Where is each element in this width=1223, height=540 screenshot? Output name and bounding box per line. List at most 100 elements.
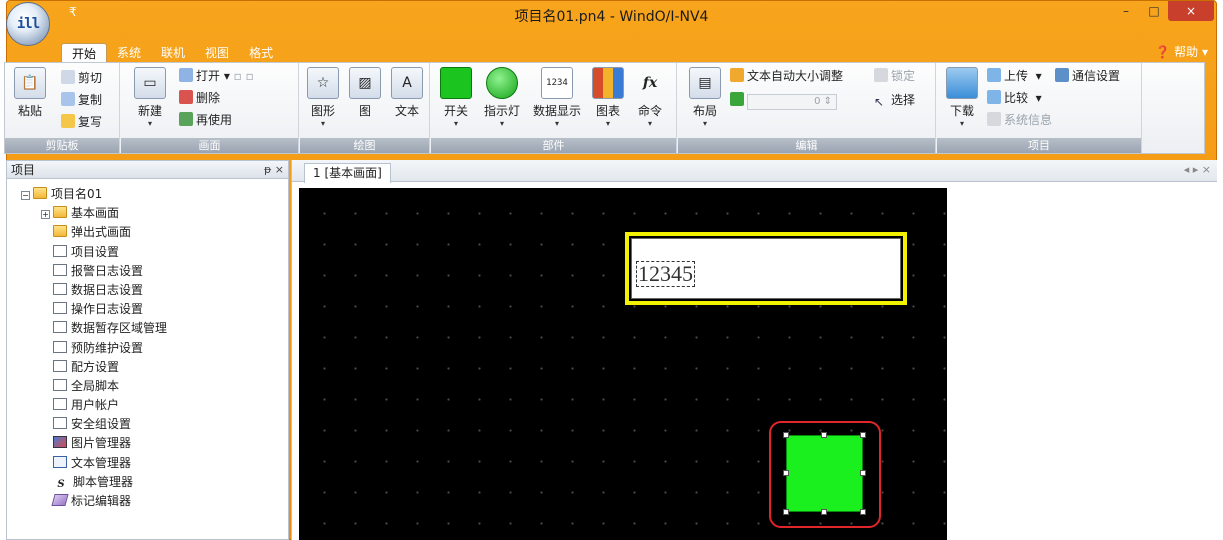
reuse-icon [179, 112, 193, 126]
tree-item[interactable]: 数据日志设置 [21, 281, 288, 300]
resize-handle[interactable] [821, 509, 827, 515]
resize-handle[interactable] [860, 432, 866, 438]
close-button[interactable]: × [1168, 1, 1214, 21]
tree-item[interactable]: 配方设置 [21, 358, 288, 377]
tab-home[interactable]: 开始 [61, 43, 108, 63]
project-pane-title: 项目 [11, 163, 36, 177]
delete-label: 删除 [196, 91, 221, 105]
select-button[interactable]: ↖ 选择 [874, 91, 915, 109]
expand-icon[interactable]: + [41, 210, 50, 220]
chart-part-button[interactable]: 图表 ▾ [587, 67, 629, 128]
tree-item[interactable]: 预防维护设置 [21, 339, 288, 358]
tab-strip-controls[interactable]: ◂ ▸ × [1184, 163, 1211, 176]
screen-canvas[interactable]: 12345 [299, 188, 947, 540]
switch-part-button[interactable]: 开关 ▾ [435, 67, 477, 128]
upload-button[interactable]: 上传 ▾ [987, 67, 1042, 85]
tree-item[interactable]: 弹出式画面 [21, 223, 288, 242]
lock-button[interactable]: 锁定 [874, 67, 915, 85]
tree-item[interactable]: 图片管理器 [21, 434, 288, 453]
tree-item-label: 弹出式画面 [71, 225, 132, 240]
compare-button[interactable]: 比较 ▾ [987, 89, 1042, 107]
resize-handle[interactable] [860, 470, 866, 476]
shape-label: 图形 [310, 104, 335, 118]
text-button[interactable]: A 文本 [386, 67, 428, 119]
command-part-button[interactable]: fx 命令 ▾ [629, 67, 671, 128]
document-icon [53, 282, 67, 295]
maximize-button[interactable]: □ [1140, 1, 1168, 21]
indicator-label: 指示灯 [483, 104, 520, 118]
resize-handle[interactable] [821, 432, 827, 438]
indicator-part-button[interactable]: 指示灯 ▾ [481, 67, 523, 128]
minimize-button[interactable]: – [1112, 1, 1140, 21]
format-copy-button[interactable]: 复写 [61, 113, 102, 131]
picture-manager-icon [53, 436, 67, 449]
copy-button[interactable]: 复制 [61, 91, 102, 109]
select-label: 选择 [891, 93, 916, 107]
script-manager-icon: S [53, 478, 69, 491]
system-info-button[interactable]: 系统信息 [987, 111, 1052, 129]
tree-item[interactable]: 标记编辑器 [21, 492, 288, 511]
group-label-draw: 绘图 [300, 138, 429, 153]
tree-item[interactable]: 文本管理器 [21, 454, 288, 473]
tree-item[interactable]: 全局脚本 [21, 377, 288, 396]
scissors-icon [61, 70, 75, 84]
resize-handle[interactable] [860, 509, 866, 515]
chart-label: 图表 [595, 104, 620, 118]
cursor-icon: ↖ [874, 95, 885, 109]
shape-button[interactable]: ☆ 图形 ▾ [302, 67, 344, 128]
font-size-box[interactable]: 0 ⇕ [730, 91, 837, 110]
tab-base-screen[interactable]: 1 [基本画面] [304, 163, 391, 183]
delete-button[interactable]: 删除 [179, 89, 220, 107]
tree-item[interactable]: 项目设置 [21, 243, 288, 262]
tree-item[interactable]: 报警日志设置 [21, 262, 288, 281]
resize-handle[interactable] [783, 470, 789, 476]
format-painter-icon [61, 114, 75, 128]
text-label: 文本 [394, 104, 419, 118]
tree-item[interactable]: S 脚本管理器 [21, 473, 288, 492]
auto-size-button[interactable]: 文本自动大小调整 [730, 67, 843, 85]
comm-settings-button[interactable]: 通信设置 [1055, 67, 1120, 85]
image-button[interactable]: ▨ 图 [344, 67, 386, 119]
help-button[interactable]: ❓ 帮助 ▾ [1155, 43, 1208, 60]
project-pane-header: 项目 ᵽ × [7, 161, 288, 179]
reuse-button[interactable]: 再使用 [179, 111, 232, 129]
numeric-display-part[interactable]: 12345 [625, 232, 907, 305]
folder-icon [33, 187, 47, 199]
numeric-display-button[interactable]: 1234 数据显示 ▾ [531, 67, 583, 128]
tree-item[interactable]: 操作日志设置 [21, 300, 288, 319]
tree-root[interactable]: − 项目名01 [21, 185, 288, 204]
lock-icon [874, 68, 888, 82]
command-label: 命令 [637, 104, 662, 118]
tab-format[interactable]: 格式 [239, 43, 283, 63]
font-size-icon [730, 92, 744, 106]
tab-system[interactable]: 系统 [107, 43, 151, 63]
tab-view[interactable]: 视图 [195, 43, 239, 63]
tree-item[interactable]: + 基本画面 [21, 204, 288, 223]
open-button[interactable]: 打开 ▾ ▫ ▫ [179, 67, 254, 85]
project-pane: 项目 ᵽ × − 项目名01 + 基本画面 弹出式画面 项目设置 报警日志设置 数据… [6, 160, 289, 540]
tree-item[interactable]: 安全组设置 [21, 415, 288, 434]
application-menu-button[interactable]: ill [6, 2, 50, 46]
download-button[interactable]: 下载 ▾ [941, 67, 983, 128]
pane-pin-close-controls[interactable]: ᵽ × [264, 161, 284, 179]
resize-handle[interactable] [783, 509, 789, 515]
shape-icon: ☆ [307, 67, 339, 99]
resize-handle[interactable] [783, 432, 789, 438]
tree-item-label: 预防维护设置 [71, 340, 144, 355]
tree-item[interactable]: 用户帐户 [21, 396, 288, 415]
tree-item-label: 脚本管理器 [73, 474, 134, 489]
lock-label: 锁定 [891, 69, 916, 83]
collapse-icon[interactable]: − [21, 191, 30, 200]
switch-part[interactable] [783, 432, 866, 515]
tree-item[interactable]: 数据暂存区域管理 [21, 319, 288, 338]
tab-online[interactable]: 联机 [151, 43, 195, 63]
new-screen-button[interactable]: ▭ 新建 ▾ [129, 67, 171, 128]
layout-button[interactable]: ▤ 布局 ▾ [684, 67, 726, 128]
numeric-display-value: 12345 [636, 261, 695, 287]
cut-label: 剪切 [78, 71, 103, 85]
group-label-project: 项目 [937, 138, 1141, 153]
image-icon: ▨ [349, 67, 381, 99]
document-icon [53, 378, 67, 391]
cut-button[interactable]: 剪切 [61, 69, 102, 87]
paste-button[interactable]: 📋 粘贴 [9, 67, 51, 119]
